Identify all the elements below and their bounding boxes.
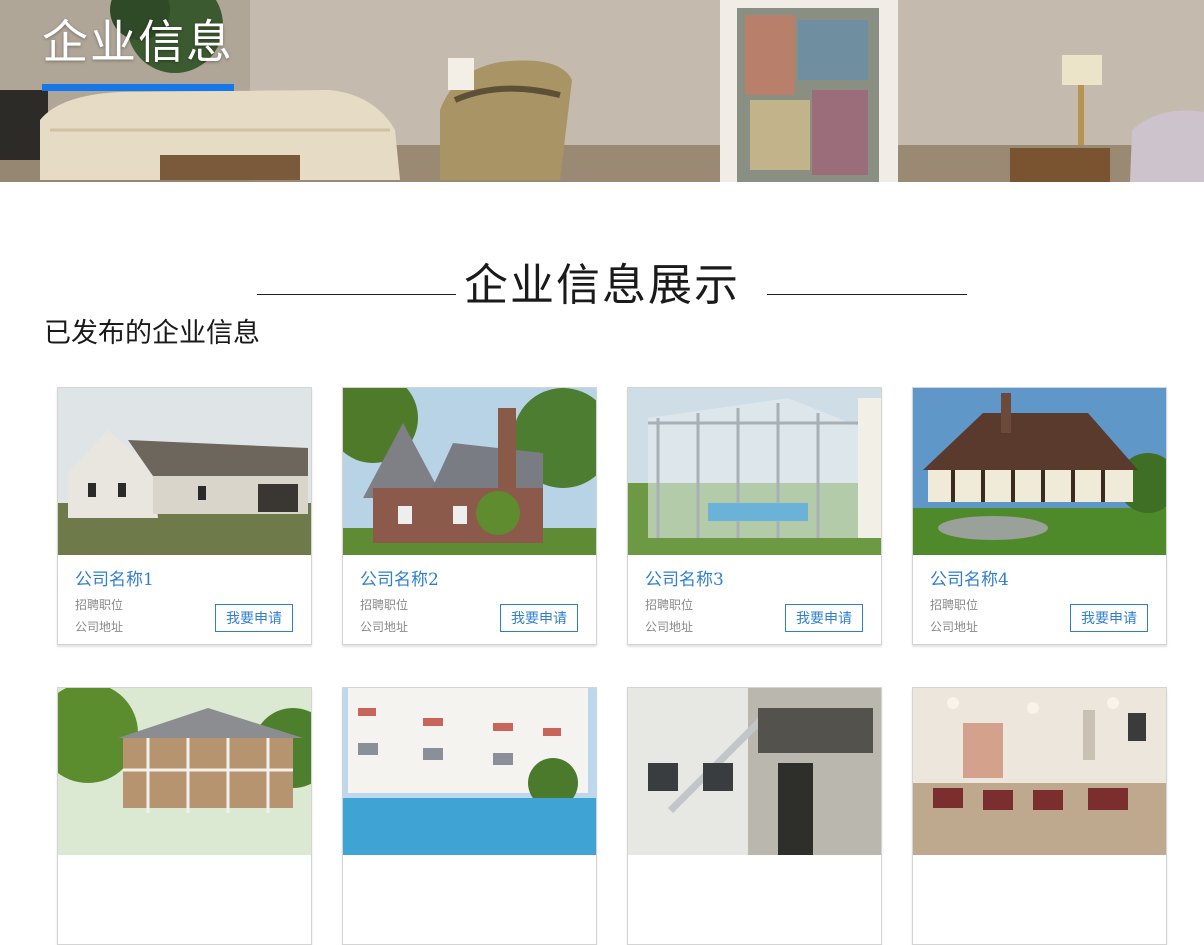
company-card [627, 687, 882, 945]
section-title: 企业信息展示 [464, 260, 740, 311]
company-name[interactable]: 公司名称3 [645, 568, 724, 592]
address-label: 公司地址 [75, 620, 124, 634]
apply-button[interactable]: 我要申请 [500, 604, 578, 632]
company-card [57, 687, 312, 945]
section-subtitle: 已发布的企业信息 [44, 318, 260, 349]
company-image[interactable] [628, 688, 881, 855]
company-image[interactable] [58, 688, 311, 855]
company-card: 公司名称2 招聘职位 公司地址 我要申请 [342, 387, 597, 645]
banner: 企业信息 [0, 0, 1204, 182]
title-divider-right [767, 294, 967, 295]
company-card: 公司名称4 招聘职位 公司地址 我要申请 [912, 387, 1167, 645]
company-card: 公司名称1 招聘职位 公司地址 我要申请 [57, 387, 312, 645]
job-label: 招聘职位 [930, 598, 979, 612]
company-image[interactable] [343, 388, 596, 555]
job-label: 招聘职位 [645, 598, 694, 612]
company-image[interactable] [913, 388, 1166, 555]
apply-button[interactable]: 我要申请 [1070, 604, 1148, 632]
company-image[interactable] [343, 688, 596, 855]
company-image[interactable] [58, 388, 311, 555]
job-label: 招聘职位 [360, 598, 409, 612]
address-label: 公司地址 [930, 620, 979, 634]
company-name[interactable]: 公司名称1 [75, 568, 154, 592]
address-label: 公司地址 [645, 620, 694, 634]
company-name[interactable]: 公司名称2 [360, 568, 439, 592]
company-card: 公司名称3 招聘职位 公司地址 我要申请 [627, 387, 882, 645]
company-name[interactable]: 公司名称4 [930, 568, 1009, 592]
banner-title: 企业信息 [42, 15, 234, 69]
company-card [912, 687, 1167, 945]
apply-button[interactable]: 我要申请 [215, 604, 293, 632]
banner-title-underline [42, 84, 234, 91]
company-image[interactable] [628, 388, 881, 555]
address-label: 公司地址 [360, 620, 409, 634]
company-image[interactable] [913, 688, 1166, 855]
job-label: 招聘职位 [75, 598, 124, 612]
company-card [342, 687, 597, 945]
apply-button[interactable]: 我要申请 [785, 604, 863, 632]
